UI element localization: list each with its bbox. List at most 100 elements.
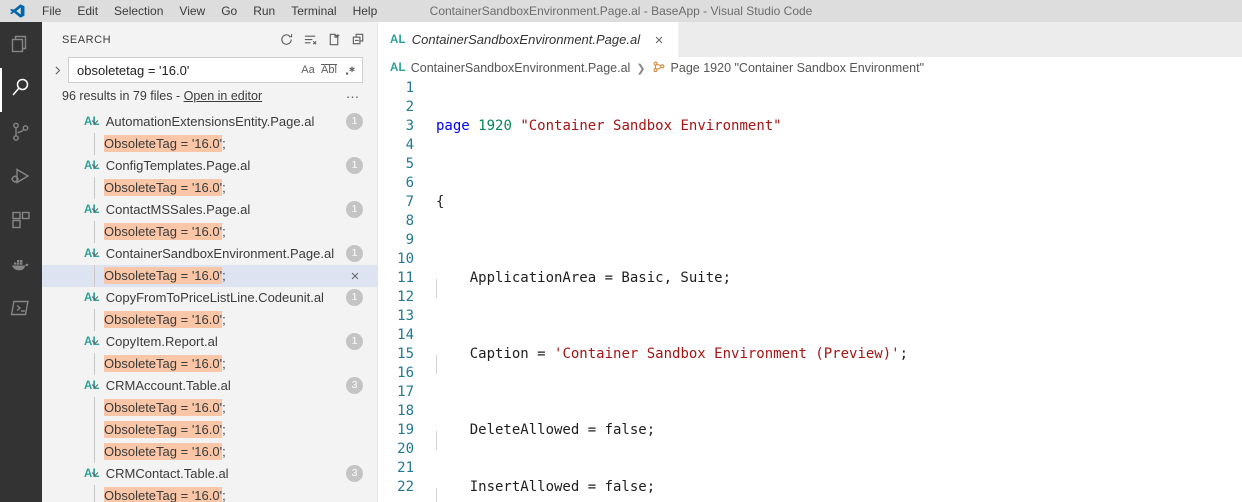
match-highlight-prefix: ObsoleteTag = [104, 267, 192, 285]
token-text: ApplicationArea = Basic, Suite; [469, 270, 732, 286]
editor-tab-label: ContainerSandboxEnvironment.Page.al [411, 32, 641, 47]
activity-item-extensions[interactable] [0, 200, 42, 244]
activity-item-search[interactable] [0, 68, 42, 112]
menu-terminal[interactable]: Terminal [283, 0, 344, 22]
close-icon[interactable] [650, 31, 668, 49]
result-file-row[interactable]: AL CRMContact.Table.al 3 [42, 463, 377, 485]
menu-help[interactable]: Help [345, 0, 386, 22]
result-match-row[interactable]: ObsoleteTag = '16.0'; [42, 418, 377, 441]
run-debug-icon [9, 164, 33, 193]
editor-tab-active[interactable]: AL ContainerSandboxEnvironment.Page.al [378, 22, 680, 57]
activity-item-run-and-debug[interactable] [0, 156, 42, 200]
code-editor[interactable]: 1 2 3 4 5 6 7 8 9 10 11 12 13 14 15 16 1 [378, 79, 1242, 502]
match-suffix: ; [222, 224, 226, 240]
tree-indent-guide [94, 264, 95, 287]
chevron-down-icon[interactable] [88, 463, 102, 485]
match-text: ObsoleteTag = '16.0'; [104, 311, 226, 329]
result-match-row[interactable]: ObsoleteTag = '16.0'; [42, 484, 377, 502]
editor-group: AL ContainerSandboxEnvironment.Page.al A… [378, 22, 1242, 502]
code-line-1: page 1920 "Container Sandbox Environment… [436, 117, 1242, 136]
menu-run[interactable]: Run [245, 0, 283, 22]
result-file-row[interactable]: AL ContainerSandboxEnvironment.Page.al 1 [42, 243, 377, 265]
clear-all-icon[interactable] [299, 29, 321, 51]
chevron-down-icon[interactable] [88, 155, 102, 177]
activity-item-source-control[interactable] [0, 112, 42, 156]
match-suffix: ; [222, 136, 226, 152]
breadcrumb-symbol[interactable]: Page 1920 "Container Sandbox Environment… [652, 60, 924, 77]
token-keyword: page [436, 118, 470, 134]
result-file-name: ConfigTemplates.Page.al [105, 158, 251, 174]
chevron-right-icon[interactable] [46, 57, 68, 83]
match-suffix: ; [222, 312, 226, 328]
match-highlight-value: '16.0' [191, 355, 223, 373]
chevron-down-icon[interactable] [88, 199, 102, 221]
search-row: Aa Abl [42, 57, 377, 83]
line-number: 10 [397, 251, 414, 267]
match-suffix: ; [222, 488, 226, 502]
chevron-down-icon[interactable] [88, 243, 102, 265]
result-match-row[interactable]: ObsoleteTag = '16.0'; [42, 176, 377, 199]
match-text: ObsoleteTag = '16.0'; [104, 421, 226, 439]
result-file-row[interactable]: AL CopyItem.Report.al 1 [42, 331, 377, 353]
result-match-row[interactable]: ObsoleteTag = '16.0'; [42, 220, 377, 243]
activity-item-explorer[interactable] [0, 24, 42, 68]
editor-tab-bar: AL ContainerSandboxEnvironment.Page.al [378, 22, 1242, 57]
line-number: 17 [397, 384, 414, 400]
token-string: "Container Sandbox Environment" [520, 118, 782, 134]
line-number: 12 [397, 289, 414, 305]
collapse-all-icon[interactable] [347, 29, 369, 51]
code-content[interactable]: page 1920 "Container Sandbox Environment… [436, 79, 1242, 502]
open-in-editor-link[interactable]: Open in editor [184, 89, 263, 103]
result-match-row[interactable]: ObsoleteTag = '16.0'; [42, 308, 377, 331]
code-line-5: DeleteAllowed = false; [436, 421, 1242, 450]
results-summary: 96 results in 79 files - Open in editor … [42, 83, 377, 111]
result-match-row[interactable]: ObsoleteTag = '16.0'; [42, 132, 377, 155]
menu-file[interactable]: File [34, 0, 69, 22]
result-file-row[interactable]: AL CopyFromToPriceListLine.Codeunit.al 1 [42, 287, 377, 309]
breadcrumb-file[interactable]: AL ContainerSandboxEnvironment.Page.al [390, 61, 630, 75]
match-case-icon[interactable]: Aa [298, 60, 318, 80]
result-match-row[interactable]: ObsoleteTag = '16.0'; [42, 396, 377, 419]
result-match-row[interactable]: ObsoleteTag = '16.0'; [42, 440, 377, 463]
breadcrumb: AL ContainerSandboxEnvironment.Page.al ❯… [378, 57, 1242, 79]
new-search-editor-icon[interactable] [323, 29, 345, 51]
match-whole-word-icon[interactable]: Abl [319, 60, 339, 80]
match-highlight-value: '16.0' [191, 223, 223, 241]
tree-indent-guide [94, 396, 95, 419]
menu-edit[interactable]: Edit [69, 0, 106, 22]
line-number: 15 [397, 346, 414, 362]
dismiss-match-icon[interactable] [346, 267, 364, 285]
match-suffix: ; [222, 422, 226, 438]
extensions-icon [9, 208, 33, 237]
match-highlight-value: '16.0' [191, 399, 223, 417]
token-brace: { [436, 194, 445, 210]
menu-selection[interactable]: Selection [106, 0, 171, 22]
match-suffix: ; [222, 268, 226, 284]
menu-view[interactable]: View [171, 0, 213, 22]
match-highlight-prefix: ObsoleteTag = [104, 223, 192, 241]
search-input[interactable] [77, 59, 298, 81]
result-file-row[interactable]: AL ContactMSSales.Page.al 1 [42, 199, 377, 221]
chevron-down-icon[interactable] [88, 331, 102, 353]
ellipsis-icon[interactable]: … [343, 83, 363, 103]
chevron-down-icon[interactable] [88, 111, 102, 133]
result-file-row[interactable]: AL ConfigTemplates.Page.al 1 [42, 155, 377, 177]
activity-item-docker[interactable] [0, 244, 42, 288]
chevron-down-icon[interactable] [88, 375, 102, 397]
activity-item-terminal[interactable] [0, 288, 42, 332]
result-match-row[interactable]: ObsoleteTag = '16.0'; [42, 352, 377, 375]
search-input-wrapper[interactable]: Aa Abl [68, 57, 363, 83]
chevron-down-icon[interactable] [88, 287, 102, 309]
use-regex-icon[interactable] [340, 60, 360, 80]
result-match-row-selected[interactable]: ObsoleteTag = '16.0'; [42, 264, 377, 287]
menu-go[interactable]: Go [213, 0, 245, 22]
search-results-tree[interactable]: AL AutomationExtensionsEntity.Page.al 1 … [42, 111, 377, 502]
result-file-name: CRMAccount.Table.al [105, 378, 231, 394]
files-icon [9, 32, 33, 61]
line-number: 1 [405, 80, 414, 96]
result-file-row[interactable]: AL AutomationExtensionsEntity.Page.al 1 [42, 111, 377, 133]
result-file-row[interactable]: AL CRMAccount.Table.al 3 [42, 375, 377, 397]
match-highlight-prefix: ObsoleteTag = [104, 443, 192, 461]
terminal-icon [9, 296, 33, 325]
refresh-icon[interactable] [275, 29, 297, 51]
